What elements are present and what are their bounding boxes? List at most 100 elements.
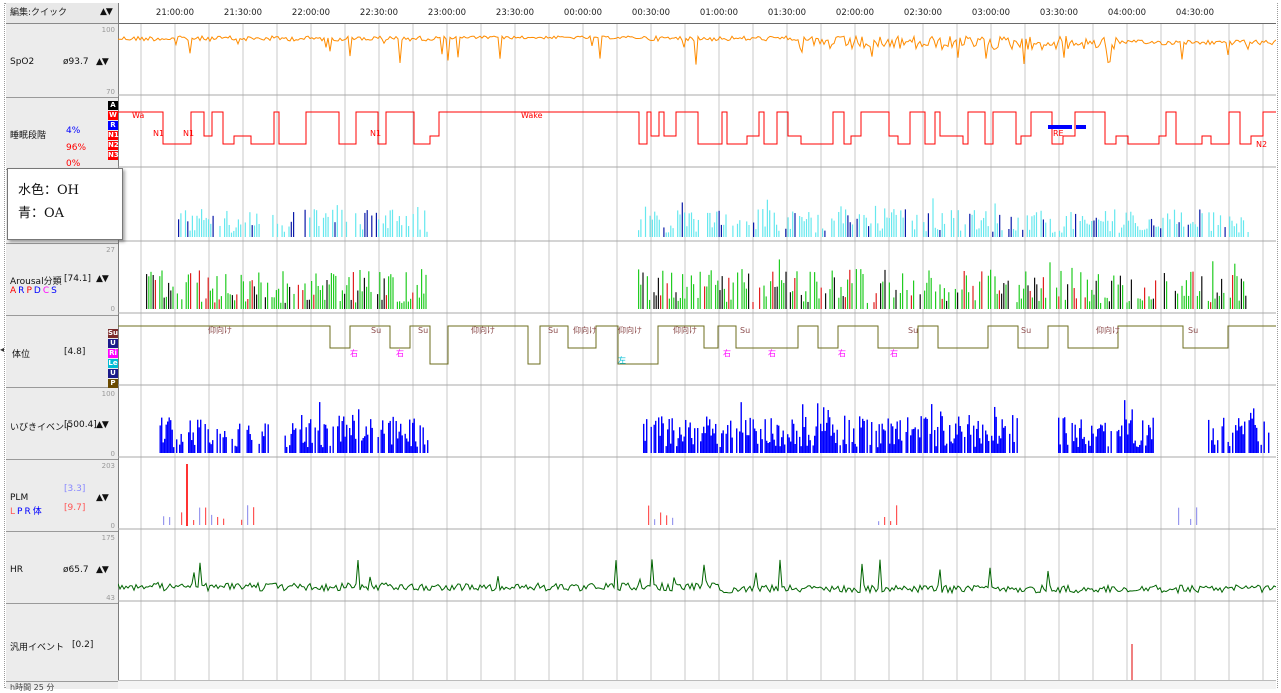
respiratory-event-bar	[663, 227, 665, 237]
respiratory-event-bar	[649, 215, 651, 237]
respiratory-event-bar	[1010, 216, 1012, 237]
snore-event-bar	[784, 444, 786, 453]
snore-event-bar	[1095, 436, 1097, 453]
respiratory-event-bar	[201, 209, 203, 237]
respiratory-event-bar	[667, 232, 670, 237]
lane-sleep-stage[interactable]: 睡眠段階 4% 96% 0% A W R N1 N2 N3	[6, 98, 119, 170]
respiratory-event-bar	[375, 212, 377, 237]
respiratory-event-bar	[1026, 215, 1028, 237]
snore-event-bar	[793, 423, 795, 453]
spo2-sort-icon[interactable]: ▲▼	[96, 57, 109, 67]
snore-event-bar	[340, 441, 342, 453]
respiratory-event-bar	[950, 210, 952, 237]
snore-event-bar	[1131, 409, 1133, 453]
snore-event-bar	[721, 433, 723, 453]
time-tick-label: 21:30:00	[223, 8, 263, 18]
lane-arousal[interactable]: 27 Arousal分類 [74.1] ▲▼ ARPDCS 0	[6, 244, 118, 316]
plm-sort-icon[interactable]: ▲▼	[96, 493, 109, 503]
arousal-event-bar	[1166, 281, 1168, 309]
lane-spo2[interactable]: 100 SpO2 ø93.7 ▲▼ 70	[6, 24, 118, 98]
arousal-event-bar	[361, 291, 363, 309]
snore-sort-icon[interactable]: ▲▼	[96, 420, 109, 430]
collapse-arrow-icon[interactable]: ◂	[0, 345, 4, 354]
arousal-event-bar	[1218, 295, 1220, 309]
snore-event-bar	[901, 440, 903, 453]
hr-sort-icon[interactable]: ▲▼	[96, 565, 109, 575]
stage-badge-n1: N1	[108, 131, 119, 140]
snore-event-bar	[1236, 430, 1238, 453]
respiratory-event-bar	[1217, 224, 1219, 237]
snore-event-bar	[644, 440, 646, 453]
snore-event-bar	[959, 425, 961, 453]
respiratory-event-bar	[1102, 221, 1104, 237]
respiratory-event-bar	[1240, 217, 1242, 237]
plm-label: PLM	[10, 493, 29, 503]
arousal-event-bar	[304, 283, 306, 309]
respiratory-event-bar	[831, 218, 833, 237]
respiratory-event-bar	[764, 226, 766, 237]
arousal-event-bar	[913, 280, 915, 309]
snore-event-bar	[949, 425, 951, 453]
snore-event-bar	[667, 429, 669, 453]
sleep-pct-r: 4%	[66, 126, 81, 136]
lane-snore[interactable]: 100 いびきイベント [500.4] ▲▼ 0	[6, 388, 118, 460]
lane-position[interactable]: 体位 [4.8] Su U Ri Le U P	[6, 316, 118, 388]
arousal-event-bar	[341, 290, 343, 309]
snore-event-bar	[694, 428, 696, 453]
arousal-event-bar	[655, 295, 657, 309]
arousal-event-bar	[1005, 284, 1007, 309]
snore-event-bar	[304, 441, 306, 453]
snore-event-bar	[707, 425, 709, 453]
arousal-event-bar	[657, 277, 659, 309]
lane-plm[interactable]: 203 PLM [3.3] [9.7] ▲▼ LPR体 0	[6, 460, 118, 532]
snore-event-bar	[710, 435, 712, 453]
arousal-event-bar	[803, 301, 805, 309]
snore-event-bar	[659, 435, 661, 453]
arousal-event-bar	[1025, 271, 1027, 309]
snore-event-bar	[204, 424, 206, 453]
snore-event-bar	[839, 445, 841, 453]
arousal-event-bar	[1152, 298, 1154, 309]
arousal-event-bar	[1183, 295, 1185, 309]
snore-event-bar	[766, 440, 768, 453]
up-down-arrows-icon[interactable]: ▲▼	[100, 7, 113, 17]
snore-event-bar	[958, 416, 960, 453]
arousal-event-bar	[152, 275, 154, 309]
arousal-event-bar	[1040, 288, 1042, 309]
panel-header: 編集:クイック ▲▼	[6, 3, 118, 24]
arousal-event-bar	[267, 282, 269, 309]
snore-event-bar	[1229, 446, 1231, 453]
stage-badge-a: A	[108, 101, 118, 110]
arousal-event-bar	[317, 285, 319, 309]
arousal-sort-icon[interactable]: ▲▼	[96, 274, 109, 284]
time-tick-label: 02:00:00	[835, 8, 875, 18]
signal-plot[interactable]: Wa N1 N1 N1 Wake RE N2 仰向け 仰向け 仰向け 仰向け 仰向け 仰向け Su Su Su…	[118, 24, 1276, 688]
snore-event-bar	[689, 422, 691, 453]
arousal-event-bar	[880, 283, 882, 309]
respiratory-event-bar	[1063, 226, 1065, 237]
plm-event-bar	[217, 516, 219, 525]
stage-badge-le: Le	[108, 359, 118, 368]
rem-segment	[1076, 125, 1086, 129]
respiratory-event-bar	[1107, 220, 1109, 237]
respiratory-event-bar	[976, 229, 978, 237]
snore-event-bar	[1121, 425, 1123, 453]
respiratory-event-bar	[941, 213, 943, 237]
respiratory-event-bar	[904, 209, 906, 237]
respiratory-event-bar	[969, 213, 971, 237]
lane-hr[interactable]: 175 HR ø65.7 ▲▼ 43	[6, 532, 118, 604]
snore-event-bar	[943, 430, 945, 453]
arousal-event-bar	[306, 299, 308, 309]
lane-general-event[interactable]: 汎用イベント [0.2]	[6, 604, 118, 682]
snore-event-bar	[210, 444, 212, 453]
respiratory-event-bar	[1040, 210, 1042, 237]
legend-oh: 水色：OH	[18, 183, 79, 198]
snore-event-bar	[875, 430, 877, 453]
arousal-event-bar	[172, 286, 174, 309]
snore-event-bar	[1146, 435, 1148, 453]
horizontal-scrollbar[interactable]	[118, 680, 1276, 689]
respiratory-event-bar	[178, 219, 180, 237]
arousal-event-bar	[1023, 288, 1025, 309]
snore-event-bar	[709, 419, 711, 453]
snore-event-bar	[1097, 429, 1099, 453]
